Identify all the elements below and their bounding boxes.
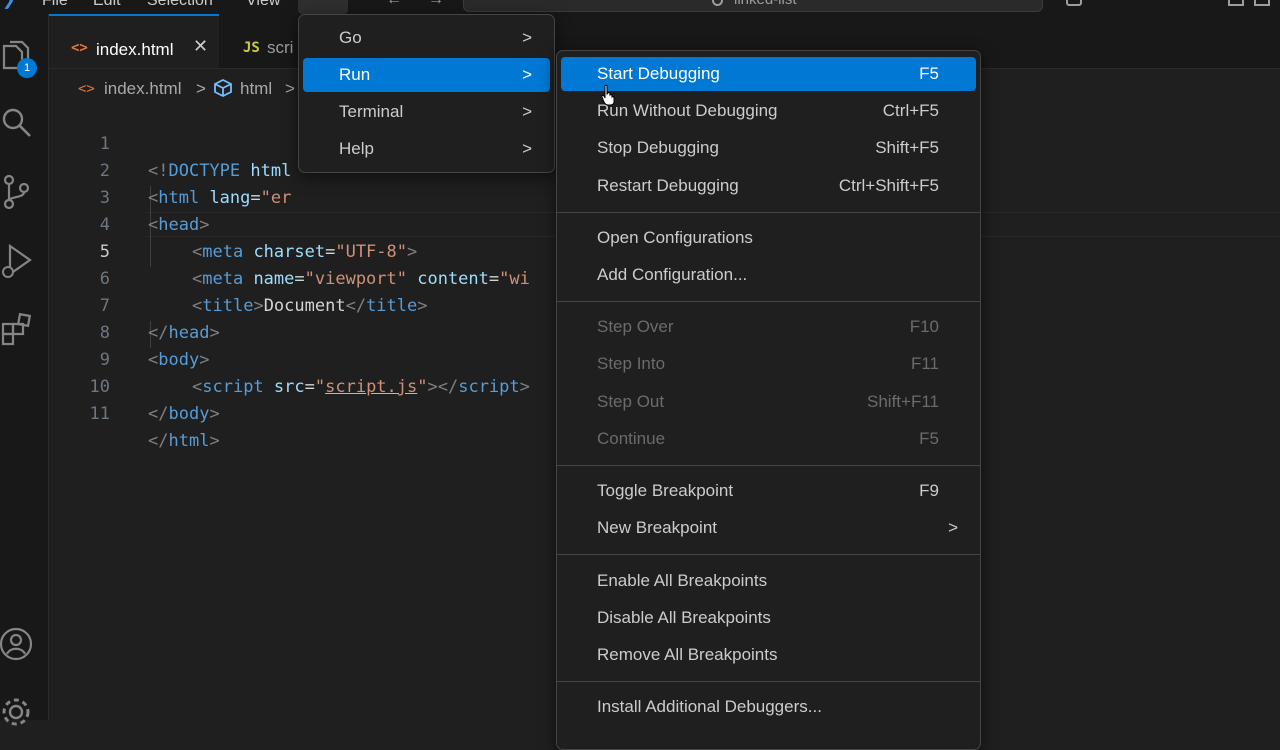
layout-icon[interactable] — [1228, 0, 1244, 6]
menu-item-restart-debugging[interactable]: Restart Debugging Ctrl+Shift+F5 — [561, 169, 976, 203]
menu-edit[interactable]: Edit — [93, 0, 121, 10]
menu-item-label: Enable All Breakpoints — [597, 571, 768, 590]
menu-item-shortcut: F5 — [919, 429, 939, 448]
menu-item-step-into: Step Into F11 — [561, 347, 976, 381]
tab-label: scri — [267, 38, 294, 57]
menu-item-label: Step Over — [597, 317, 674, 336]
menu-item-shortcut: Ctrl+Shift+F5 — [838, 176, 939, 195]
close-icon[interactable]: ✕ — [193, 36, 208, 57]
more-menu: Go > Run > Terminal > Help > — [298, 14, 555, 173]
breadcrumb-separator: > — [285, 79, 295, 98]
chevron-right-icon: > — [522, 102, 532, 121]
accounts-icon[interactable] — [0, 626, 34, 662]
menu-separator — [557, 212, 980, 213]
menu-separator — [557, 681, 980, 682]
menu-separator — [557, 465, 980, 466]
menu-item-label: Open Configurations — [597, 228, 753, 247]
chevron-right-icon: > — [522, 65, 532, 84]
mouse-pointer-icon — [600, 84, 618, 111]
search-text: linked-list — [734, 0, 797, 8]
menu-item-go[interactable]: Go > — [303, 21, 550, 55]
back-arrow-icon[interactable]: ← — [386, 0, 402, 9]
menu-item-label: Disable All Breakpoints — [597, 608, 771, 627]
menu-item-shortcut: Shift+F11 — [867, 392, 939, 411]
copilot-icon[interactable] — [1066, 0, 1082, 6]
menu-item-open-configurations[interactable]: Open Configurations — [561, 221, 976, 255]
customize-layout-icon[interactable] — [1254, 0, 1270, 6]
menu-view[interactable]: View — [246, 0, 280, 10]
tab-index-html[interactable]: <> index.html ✕ — [49, 14, 219, 68]
menu-more-active[interactable] — [298, 0, 348, 14]
menu-item-label: Step Into — [597, 354, 666, 373]
menu-item-terminal[interactable]: Terminal > — [303, 95, 550, 129]
symbol-element-icon — [213, 78, 233, 103]
activity-bar: 1 — [0, 14, 49, 726]
breadcrumb-separator: > — [196, 79, 206, 98]
chevron-right-icon: > — [522, 28, 532, 47]
menu-item-step-out: Step Out Shift+F11 — [561, 385, 976, 419]
menu-item-add-configuration[interactable]: Add Configuration... — [561, 258, 976, 292]
menu-item-label: Install Additional Debuggers... — [597, 697, 822, 716]
js-file-icon: JS — [243, 40, 260, 56]
menu-item-label: Remove All Breakpoints — [597, 645, 778, 664]
menu-item-label: Help — [339, 139, 374, 158]
chevron-right-icon: > — [948, 518, 958, 537]
vscode-logo-icon: ❯ — [2, 0, 16, 9]
menu-item-label: Add Configuration... — [597, 265, 748, 284]
menu-item-stop-debugging[interactable]: Stop Debugging Shift+F5 — [561, 131, 976, 165]
menu-item-continue: Continue F5 — [561, 422, 976, 456]
menu-item-step-over: Step Over F10 — [561, 310, 976, 344]
menu-item-label: Run Without Debugging — [597, 101, 778, 120]
menu-item-disable-all-breakpoints[interactable]: Disable All Breakpoints — [561, 601, 976, 635]
menu-selection[interactable]: Selection — [147, 0, 213, 10]
menu-separator — [557, 301, 980, 302]
menu-item-run[interactable]: Run > — [303, 58, 550, 92]
menu-item-shortcut: F11 — [910, 354, 939, 373]
menu-separator — [557, 554, 980, 555]
menu-item-label: Terminal — [339, 102, 404, 121]
run-submenu: Start Debugging F5 Run Without Debugging… — [556, 50, 981, 750]
menu-item-shortcut: Ctrl+F5 — [882, 101, 939, 120]
run-and-debug-icon[interactable] — [0, 242, 34, 278]
menu-item-label: Run — [339, 65, 371, 84]
menu-item-label: Stop Debugging — [597, 138, 719, 157]
settings-gear-icon[interactable] — [0, 694, 34, 730]
html-file-icon: <> — [78, 81, 95, 97]
breadcrumb-file[interactable]: index.html — [104, 79, 181, 99]
menu-item-enable-all-breakpoints[interactable]: Enable All Breakpoints — [561, 564, 976, 598]
tab-label: index.html — [96, 40, 174, 59]
breadcrumb-symbol[interactable]: html — [240, 79, 272, 99]
menu-item-toggle-breakpoint[interactable]: Toggle Breakpoint F9 — [561, 474, 976, 508]
extensions-icon[interactable] — [0, 312, 34, 348]
menu-item-label: New Breakpoint — [597, 518, 718, 537]
menu-item-new-breakpoint[interactable]: New Breakpoint > — [561, 511, 976, 545]
source-control-icon[interactable] — [0, 174, 34, 210]
command-center-search[interactable]: linked-list — [463, 0, 1043, 12]
menu-file[interactable]: File — [42, 0, 68, 10]
menu-item-shortcut: Shift+F5 — [875, 138, 939, 157]
menu-item-label: Step Out — [597, 392, 665, 411]
menu-item-label: Go — [339, 28, 362, 47]
chevron-right-icon: > — [522, 139, 532, 158]
menu-item-shortcut: F9 — [919, 481, 939, 500]
menu-item-remove-all-breakpoints[interactable]: Remove All Breakpoints — [561, 638, 976, 672]
explorer-badge: 1 — [17, 58, 37, 78]
line-number: 11 — [89, 404, 110, 424]
search-icon[interactable] — [0, 106, 34, 142]
menu-item-label: Start Debugging — [597, 64, 720, 83]
menu-item-label: Restart Debugging — [597, 176, 739, 195]
search-icon — [712, 0, 723, 6]
menu-item-start-debugging[interactable]: Start Debugging F5 — [561, 57, 976, 91]
title-bar: ❯ File Edit Selection View ← → linked-li… — [0, 0, 1280, 14]
html-file-icon: <> — [71, 40, 88, 56]
menu-item-run-without-debugging[interactable]: Run Without Debugging Ctrl+F5 — [561, 94, 976, 128]
forward-arrow-icon[interactable]: → — [428, 0, 444, 9]
menu-item-install-additional-debuggers[interactable]: Install Additional Debuggers... — [561, 690, 976, 724]
menu-item-shortcut: F5 — [919, 64, 939, 83]
menu-item-label: Toggle Breakpoint — [597, 481, 734, 500]
menu-item-label: Continue — [597, 429, 666, 448]
menu-item-shortcut: F10 — [909, 317, 939, 336]
menu-item-help[interactable]: Help > — [303, 132, 550, 166]
